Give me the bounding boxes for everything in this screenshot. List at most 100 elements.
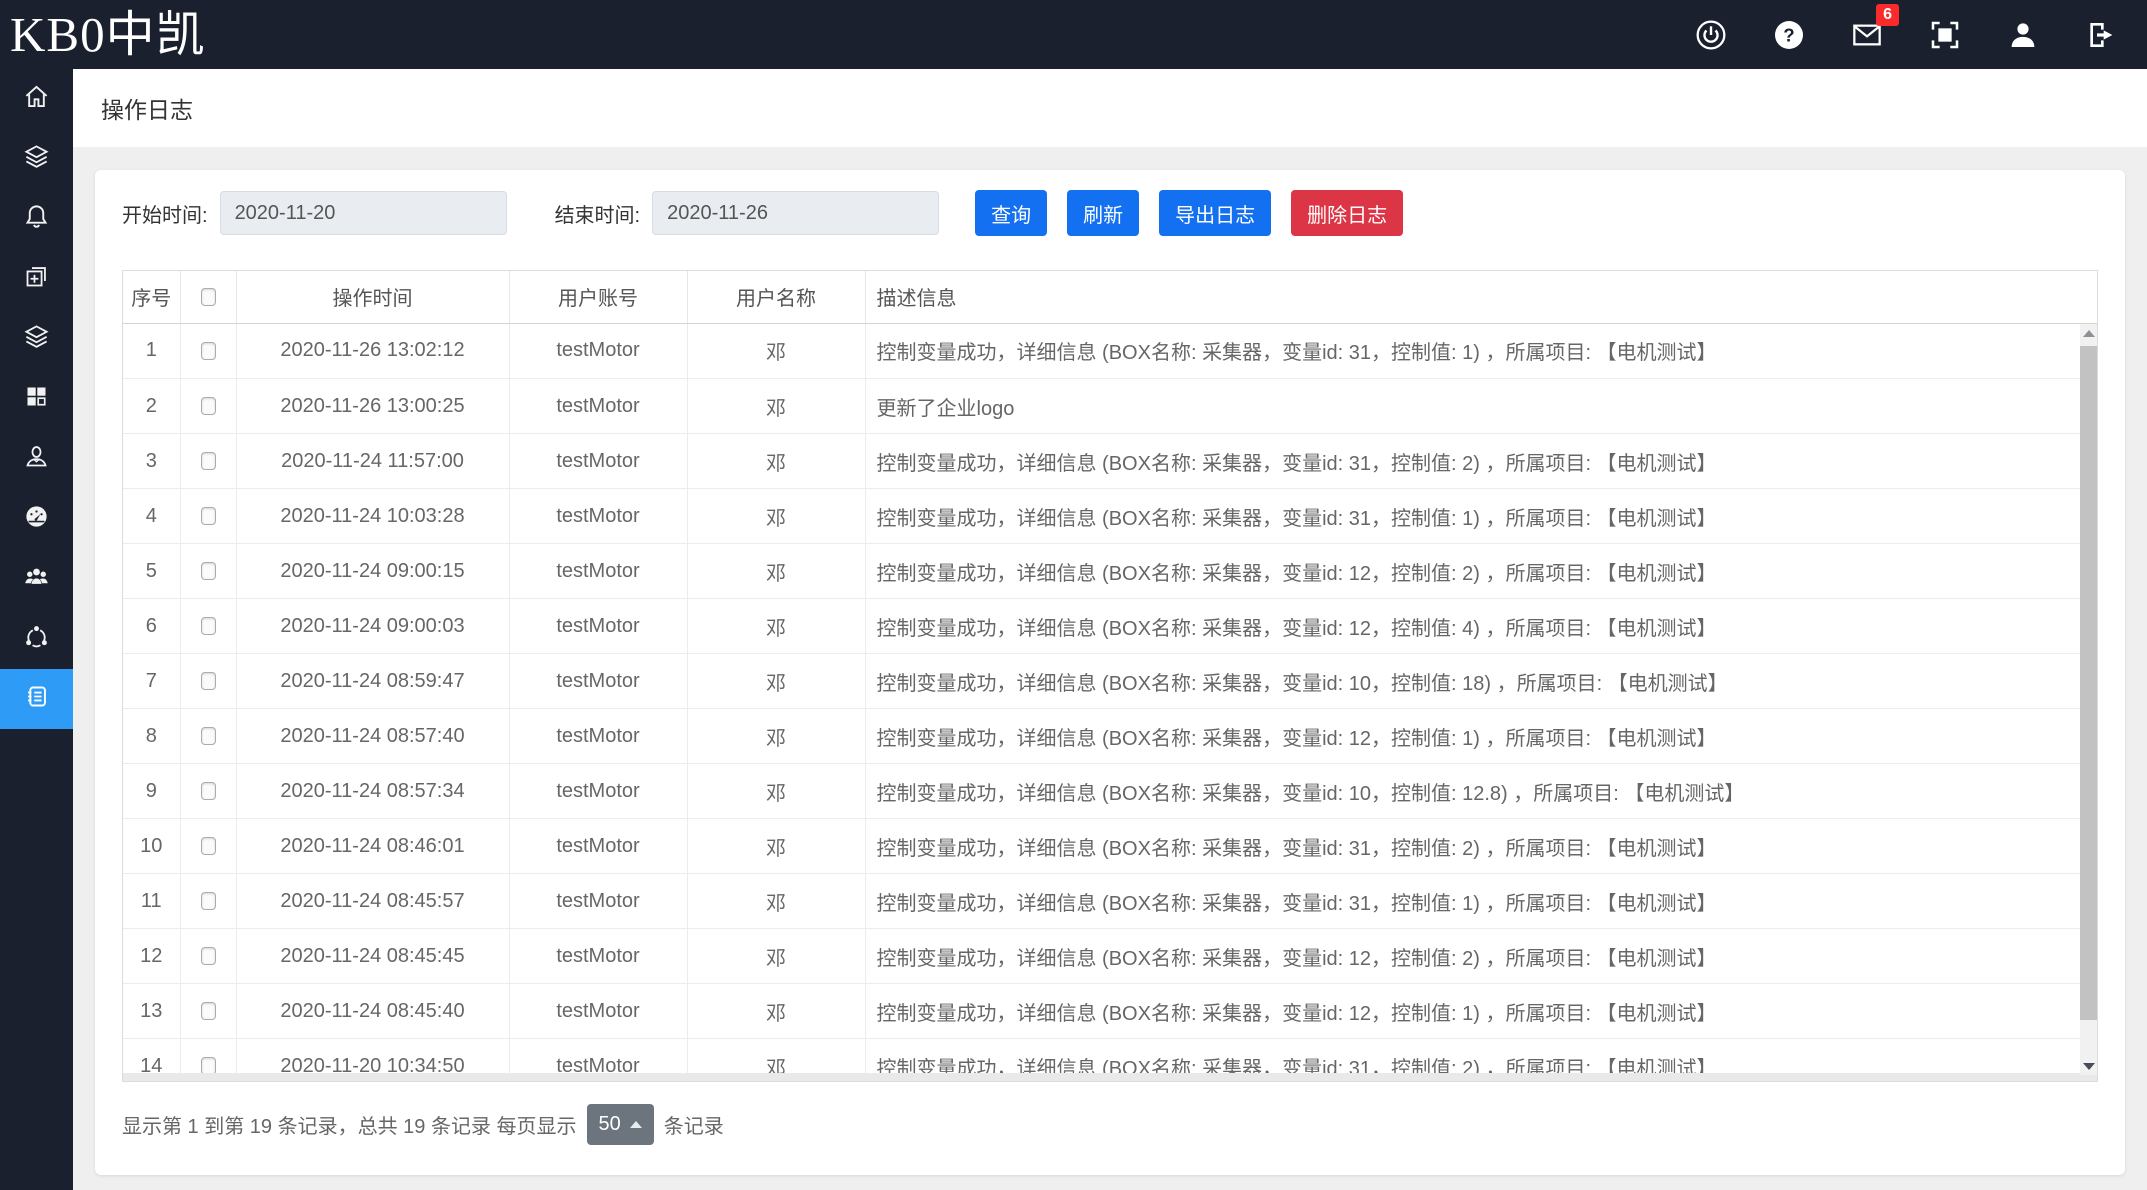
row-username: 邓: [687, 599, 865, 654]
row-checkbox-cell: [180, 379, 236, 434]
row-checkbox[interactable]: [201, 1057, 216, 1074]
scroll-down-arrow[interactable]: [2080, 1057, 2097, 1075]
sidebar-item-home[interactable]: [0, 69, 73, 129]
sidebar-item-team[interactable]: [0, 549, 73, 609]
row-time: 2020-11-24 09:00:15: [236, 544, 509, 599]
page-title: 操作日志: [101, 91, 193, 125]
export-log-button[interactable]: 导出日志: [1159, 190, 1271, 236]
table-row: 12 2020-11-24 08:45:45 testMotor 邓 控制变量成…: [123, 929, 2097, 984]
start-time-input[interactable]: [220, 191, 507, 235]
row-time: 2020-11-24 11:57:00: [236, 434, 509, 489]
row-username: 邓: [687, 764, 865, 819]
row-time: 2020-11-20 10:34:50: [236, 1039, 509, 1075]
sidebar-item-grid[interactable]: [0, 369, 73, 429]
row-description: 更新了企业logo: [865, 379, 2097, 434]
table-row: 13 2020-11-24 08:45:40 testMotor 邓 控制变量成…: [123, 984, 2097, 1039]
end-time-input[interactable]: [652, 191, 939, 235]
query-button[interactable]: 查询: [975, 190, 1047, 236]
page-size-select[interactable]: 50: [587, 1104, 654, 1145]
refresh-button[interactable]: 刷新: [1067, 190, 1139, 236]
row-checkbox[interactable]: [201, 1002, 216, 1020]
row-username: 邓: [687, 489, 865, 544]
row-checkbox[interactable]: [201, 617, 216, 635]
table-row: 7 2020-11-24 08:59:47 testMotor 邓 控制变量成功…: [123, 654, 2097, 709]
share-network-icon: [23, 623, 50, 655]
row-account: testMotor: [509, 874, 687, 929]
row-checkbox[interactable]: [201, 507, 216, 525]
row-checkbox-cell: [180, 764, 236, 819]
row-description: 控制变量成功，详细信息 (BOX名称: 采集器，变量id: 12，控制值: 1)…: [865, 709, 2097, 764]
sidebar-item-account[interactable]: [0, 429, 73, 489]
add-box-icon: [23, 263, 50, 295]
col-header-name: 用户名称: [687, 271, 865, 323]
scrollbar-thumb[interactable]: [2080, 346, 2097, 1020]
row-description: 控制变量成功，详细信息 (BOX名称: 采集器，变量id: 31，控制值: 1)…: [865, 324, 2097, 379]
col-header-time: 操作时间: [236, 271, 509, 323]
sidebar-item-alarm[interactable]: [0, 189, 73, 249]
col-header-desc: 描述信息: [865, 271, 2097, 323]
delete-log-button[interactable]: 删除日志: [1291, 190, 1403, 236]
sidebar-item-gauge[interactable]: [0, 489, 73, 549]
row-checkbox[interactable]: [201, 782, 216, 800]
row-checkbox[interactable]: [201, 397, 216, 415]
help-icon[interactable]: ?: [1773, 19, 1805, 51]
sidebar-item-layers[interactable]: [0, 129, 73, 189]
row-username: 邓: [687, 874, 865, 929]
row-checkbox-cell: [180, 434, 236, 489]
row-checkbox[interactable]: [201, 342, 216, 360]
pagination-suffix: 条记录: [664, 1110, 724, 1139]
pagination-summary: 显示第 1 到第 19 条记录，总共 19 条记录 每页显示: [122, 1110, 577, 1139]
row-checkbox[interactable]: [201, 727, 216, 745]
row-account: testMotor: [509, 379, 687, 434]
row-checkbox[interactable]: [201, 672, 216, 690]
row-account: testMotor: [509, 599, 687, 654]
sidebar-item-add-box[interactable]: [0, 249, 73, 309]
vertical-scrollbar[interactable]: [2080, 324, 2097, 1075]
row-username: 邓: [687, 654, 865, 709]
row-number: 14: [123, 1039, 180, 1075]
row-time: 2020-11-24 08:46:01: [236, 819, 509, 874]
table-row: 5 2020-11-24 09:00:15 testMotor 邓 控制变量成功…: [123, 544, 2097, 599]
filter-row: 开始时间: 结束时间: 查询 刷新 导出日志 删除日志: [122, 190, 2098, 236]
horizontal-scrollbar-track[interactable]: [123, 1073, 2097, 1081]
row-checkbox[interactable]: [201, 837, 216, 855]
team-icon: [23, 563, 50, 595]
table-row: 1 2020-11-26 13:02:12 testMotor 邓 控制变量成功…: [123, 324, 2097, 379]
row-time: 2020-11-26 13:00:25: [236, 379, 509, 434]
log-table: 序号 操作时间 用户账号 用户名称 描述信息 1 2020-11-26 13:0…: [122, 270, 2098, 1082]
sidebar-item-share[interactable]: [0, 609, 73, 669]
row-account: testMotor: [509, 324, 687, 379]
row-checkbox[interactable]: [201, 947, 216, 965]
main-content: 操作日志 开始时间: 结束时间: 查询 刷新 导出日志 删除日志 序号 操作时间: [73, 69, 2147, 1190]
row-username: 邓: [687, 434, 865, 489]
mail-icon[interactable]: 6: [1851, 19, 1883, 51]
sidebar-item-stack[interactable]: [0, 309, 73, 369]
row-number: 3: [123, 434, 180, 489]
row-account: testMotor: [509, 489, 687, 544]
top-bar: KB0中凯 ? 6: [0, 0, 2147, 69]
user-icon[interactable]: [2007, 19, 2039, 51]
table-row: 2 2020-11-26 13:00:25 testMotor 邓 更新了企业l…: [123, 379, 2097, 434]
power-icon[interactable]: [1695, 19, 1727, 51]
row-username: 邓: [687, 1039, 865, 1075]
row-time: 2020-11-26 13:02:12: [236, 324, 509, 379]
scroll-up-arrow[interactable]: [2080, 324, 2097, 342]
home-icon: [23, 83, 50, 115]
row-checkbox[interactable]: [201, 452, 216, 470]
row-description: 控制变量成功，详细信息 (BOX名称: 采集器，变量id: 12，控制值: 2)…: [865, 929, 2097, 984]
sidebar-nav: [0, 69, 73, 1190]
row-checkbox[interactable]: [201, 562, 216, 580]
row-time: 2020-11-24 08:57:34: [236, 764, 509, 819]
select-all-checkbox[interactable]: [201, 288, 216, 306]
stack-icon: [23, 323, 50, 355]
row-account: testMotor: [509, 709, 687, 764]
row-checkbox-cell: [180, 709, 236, 764]
row-description: 控制变量成功，详细信息 (BOX名称: 采集器，变量id: 10，控制值: 18…: [865, 654, 2097, 709]
row-time: 2020-11-24 09:00:03: [236, 599, 509, 654]
row-checkbox-cell: [180, 1039, 236, 1075]
fullscreen-icon[interactable]: [1929, 19, 1961, 51]
sidebar-item-operation-log[interactable]: [0, 669, 73, 729]
row-description: 控制变量成功，详细信息 (BOX名称: 采集器，变量id: 31，控制值: 1)…: [865, 489, 2097, 544]
logout-icon[interactable]: [2085, 19, 2117, 51]
row-checkbox[interactable]: [201, 892, 216, 910]
